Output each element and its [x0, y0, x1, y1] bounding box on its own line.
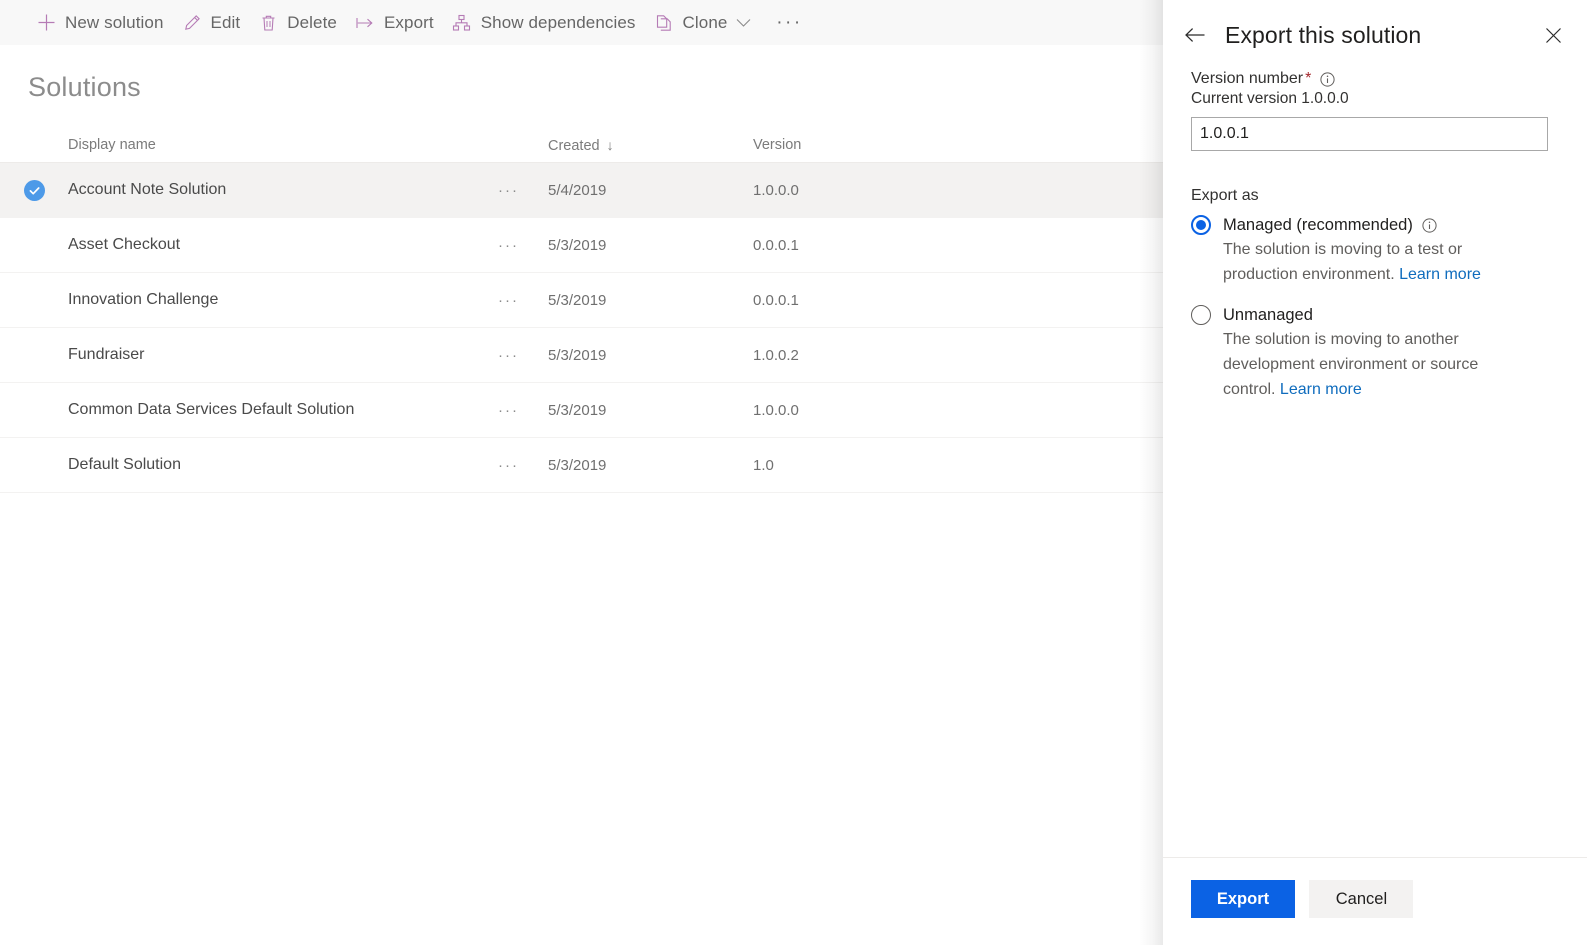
- table-row[interactable]: Account Note Solution ··· 5/4/2019 1.0.0…: [0, 162, 1163, 218]
- row-version: 1.0.0.0: [753, 402, 953, 419]
- app-root: New solution Edit Delete Export Show dep: [0, 0, 1587, 945]
- row-select-cell[interactable]: [0, 180, 68, 201]
- export-solution-panel: Export this solution Version number * Cu…: [1163, 0, 1587, 945]
- row-version: 0.0.0.1: [753, 292, 953, 309]
- export-icon: [355, 13, 375, 33]
- export-submit-button[interactable]: Export: [1191, 880, 1295, 918]
- column-header-version[interactable]: Version: [753, 137, 953, 153]
- column-header-created[interactable]: Created ↓: [548, 137, 753, 154]
- row-created: 5/3/2019: [548, 347, 753, 364]
- row-actions-button[interactable]: ···: [498, 402, 548, 419]
- edit-button[interactable]: Edit: [174, 0, 251, 45]
- row-display-name: Asset Checkout: [68, 236, 498, 254]
- row-display-name: Account Note Solution: [68, 181, 498, 199]
- new-solution-button[interactable]: New solution: [28, 0, 174, 45]
- radio-unmanaged-control[interactable]: [1191, 305, 1211, 325]
- column-header-created-label: Created: [548, 138, 600, 154]
- show-dependencies-label: Show dependencies: [481, 13, 636, 33]
- clone-label: Clone: [683, 13, 728, 33]
- clone-button[interactable]: Clone: [646, 0, 762, 45]
- show-dependencies-button[interactable]: Show dependencies: [444, 0, 646, 45]
- row-actions-button[interactable]: ···: [498, 347, 548, 364]
- delete-label: Delete: [287, 13, 337, 33]
- radio-unmanaged-description: The solution is moving to another develo…: [1223, 327, 1523, 402]
- radio-unmanaged[interactable]: Unmanaged: [1191, 305, 1563, 325]
- row-version: 1.0.0.0: [753, 182, 953, 199]
- export-label: Export: [384, 13, 434, 33]
- grid-header-row: Display name Created ↓ Version: [0, 128, 1163, 162]
- row-actions-button[interactable]: ···: [498, 457, 548, 474]
- export-as-label: Export as: [1191, 187, 1563, 205]
- row-display-name: Default Solution: [68, 456, 498, 474]
- close-icon[interactable]: [1537, 19, 1569, 51]
- row-created: 5/3/2019: [548, 292, 753, 309]
- pencil-icon: [182, 13, 202, 33]
- checkmark-icon[interactable]: [24, 180, 45, 201]
- panel-body: Version number * Current version 1.0.0.0…: [1163, 70, 1587, 857]
- radio-managed[interactable]: Managed (recommended): [1191, 215, 1563, 235]
- column-header-display-name[interactable]: Display name: [68, 137, 498, 153]
- table-row[interactable]: Asset Checkout ··· 5/3/2019 0.0.0.1: [0, 218, 1163, 273]
- row-version: 1.0.0.2: [753, 347, 953, 364]
- required-marker: *: [1305, 71, 1311, 87]
- row-created: 5/3/2019: [548, 457, 753, 474]
- command-bar: New solution Edit Delete Export Show dep: [0, 0, 1163, 45]
- version-number-input[interactable]: [1191, 117, 1548, 151]
- table-row[interactable]: Innovation Challenge ··· 5/3/2019 0.0.0.…: [0, 273, 1163, 328]
- info-icon[interactable]: [1422, 218, 1437, 233]
- row-display-name: Common Data Services Default Solution: [68, 401, 498, 419]
- sort-descending-icon: ↓: [607, 137, 614, 153]
- row-created: 5/3/2019: [548, 237, 753, 254]
- row-actions-button[interactable]: ···: [498, 292, 548, 309]
- table-row[interactable]: Default Solution ··· 5/3/2019 1.0: [0, 438, 1163, 493]
- command-bar-overflow-button[interactable]: ···: [769, 0, 809, 45]
- panel-title: Export this solution: [1225, 22, 1537, 49]
- delete-button[interactable]: Delete: [250, 0, 347, 45]
- radio-managed-description: The solution is moving to a test or prod…: [1223, 237, 1523, 287]
- page-title: Solutions: [0, 45, 1163, 103]
- dependencies-icon: [452, 13, 472, 33]
- version-number-label: Version number *: [1191, 70, 1563, 88]
- edit-label: Edit: [211, 13, 241, 33]
- export-button[interactable]: Export: [347, 0, 444, 45]
- radio-managed-control[interactable]: [1191, 215, 1211, 235]
- row-created: 5/3/2019: [548, 402, 753, 419]
- panel-header: Export this solution: [1163, 0, 1587, 70]
- row-actions-button[interactable]: ···: [498, 237, 548, 254]
- row-version: 1.0: [753, 457, 953, 474]
- solutions-grid: Display name Created ↓ Version Account No…: [0, 128, 1163, 493]
- learn-more-link-unmanaged[interactable]: Learn more: [1280, 381, 1362, 398]
- export-option-unmanaged: Unmanaged The solution is moving to anot…: [1191, 305, 1563, 402]
- panel-footer: Export Cancel: [1163, 857, 1587, 945]
- export-option-managed: Managed (recommended) The solution is mo…: [1191, 215, 1563, 287]
- cancel-button[interactable]: Cancel: [1309, 880, 1413, 918]
- row-created: 5/4/2019: [548, 182, 753, 199]
- main-content: Solutions Display name Created ↓ Version …: [0, 45, 1163, 945]
- new-solution-label: New solution: [65, 13, 164, 33]
- plus-icon: [36, 13, 56, 33]
- row-display-name: Fundraiser: [68, 346, 498, 364]
- current-version-text: Current version 1.0.0.0: [1191, 90, 1563, 108]
- back-arrow-icon[interactable]: [1179, 19, 1211, 51]
- clone-icon: [654, 13, 674, 33]
- row-display-name: Innovation Challenge: [68, 291, 498, 309]
- row-version: 0.0.0.1: [753, 237, 953, 254]
- version-number-label-text: Version number: [1191, 70, 1303, 88]
- table-row[interactable]: Fundraiser ··· 5/3/2019 1.0.0.2: [0, 328, 1163, 383]
- chevron-down-icon[interactable]: [736, 18, 751, 28]
- row-actions-button[interactable]: ···: [498, 182, 548, 199]
- radio-unmanaged-label: Unmanaged: [1223, 306, 1313, 325]
- radio-managed-label: Managed (recommended): [1223, 216, 1413, 235]
- learn-more-link-managed[interactable]: Learn more: [1399, 266, 1481, 283]
- info-icon[interactable]: [1320, 72, 1335, 87]
- table-row[interactable]: Common Data Services Default Solution ··…: [0, 383, 1163, 438]
- trash-icon: [258, 13, 278, 33]
